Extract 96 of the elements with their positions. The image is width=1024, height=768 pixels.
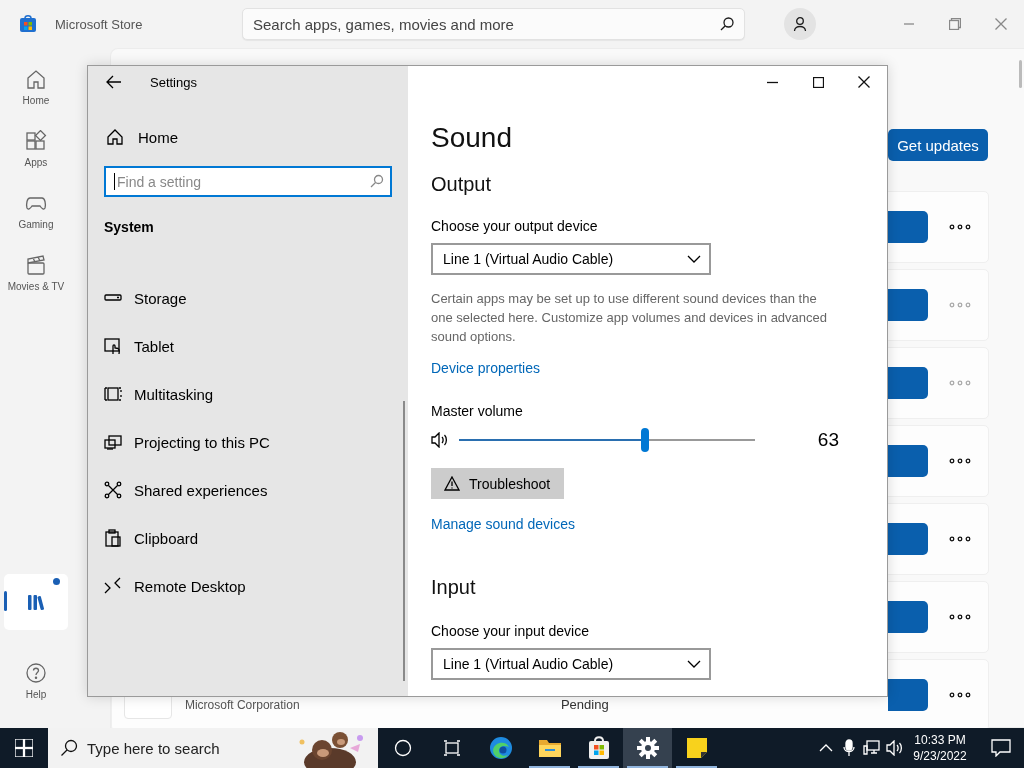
nav-item[interactable]: Shared experiences [104,481,392,499]
publisher-text: Microsoft Corporation [184,698,300,712]
page-title: Sound [431,122,512,154]
action-button[interactable] [887,523,928,555]
restore-icon [949,18,961,30]
circle-icon [393,739,412,757]
troubleshoot-button[interactable]: Troubleshoot [431,468,565,499]
device-dropdown[interactable]: Line 1 (Virtual Audio Cable) [431,243,711,275]
windows-icon [15,739,33,757]
task-view-icon [442,739,461,757]
action-button[interactable] [887,679,928,711]
gear-icon [636,737,659,759]
account-button[interactable] [784,8,816,40]
scrollbar-thumb[interactable] [1019,60,1022,88]
volume-slider[interactable] [459,428,755,452]
nav-item[interactable]: Multitasking [104,385,392,403]
nav-item[interactable]: Tablet [104,337,392,355]
volume-value: 63 [816,429,839,451]
store-bag-icon [586,736,611,760]
home-link[interactable]: Home [104,128,392,146]
nav-item[interactable]: Help [3,650,68,712]
manage-devices-link[interactable]: Manage sound devices [431,516,575,532]
scrollbar[interactable] [403,401,405,681]
tablet-icon [104,337,122,355]
folder-icon [537,737,562,759]
more-icon [948,536,971,542]
chevron-icon [687,255,701,263]
notification-icon [991,739,1011,757]
close-icon [858,76,870,88]
more-icon [948,458,971,464]
field-label: Choose your input device [431,623,589,639]
search-icon [370,174,384,188]
action-button[interactable] [887,445,928,477]
more-icon [948,380,971,386]
nav-item[interactable]: Gaming [3,180,68,242]
status-text: Pending [560,696,609,712]
search-field[interactable]: Find a setting [104,166,392,197]
field-label: Master volume [431,403,523,419]
remote-icon [104,577,122,595]
more-icon [948,302,971,308]
clipboard-icon [104,529,122,547]
person-icon [792,16,808,32]
action-button[interactable] [887,211,928,243]
nav-item[interactable]: Projecting to this PC [104,433,392,451]
nav-item[interactable]: Clipboard [104,529,392,547]
multitasking-icon [104,385,122,403]
back-arrow-icon [106,75,122,89]
info-text: Certain apps may be set up to use different sound devices than the one selected here. Customize app volumes and devices in advanced sound options. [431,290,829,346]
close-icon [995,18,1007,30]
action-button[interactable] [887,601,928,633]
nav-item[interactable]: Home [3,56,68,118]
window-title: Settings [150,74,197,90]
speaker-icon [885,740,904,756]
nav-item[interactable]: Apps [3,118,68,180]
help-icon [24,662,47,684]
maximize-icon [812,76,824,88]
nav-item[interactable] [3,574,68,630]
device-dropdown[interactable]: Line 1 (Virtual Audio Cable) [431,648,711,680]
section-heading: Output [431,173,492,196]
projector-icon [104,433,122,451]
slider-thumb[interactable] [641,428,650,452]
nav-item[interactable]: Movies & TV [3,242,68,304]
network-icon [862,740,881,756]
taskbar-app-button[interactable] [623,728,672,768]
chevron-up-icon [818,744,833,752]
apps-icon [24,130,47,152]
clock-button[interactable]: 10:33 PM 9/23/2022 [906,732,974,764]
more-icon [948,614,971,620]
search-icon [719,16,735,32]
action-button[interactable] [887,367,928,399]
chevron-icon [687,660,701,668]
clapperboard-icon [24,254,47,276]
taskbar-search-field[interactable]: Type here to search [87,736,277,760]
more-icon [948,692,971,698]
section-heading: Input [431,576,476,599]
device-properties-link[interactable]: Device properties [431,360,540,376]
browser-icon [488,736,513,760]
home-icon [24,68,47,90]
nav-item[interactable]: Remote Desktop [104,577,392,595]
text-cursor [114,173,115,190]
home-icon [106,128,124,146]
action-button[interactable] [887,289,928,321]
section-heading: System [104,219,155,235]
store-logo [19,15,37,33]
app-title: Microsoft Store [55,16,144,32]
warning-icon [444,476,460,491]
network-button[interactable] [860,740,883,756]
microphone-icon [842,739,855,757]
more-icon [948,224,971,230]
field-label: Choose your output device [431,218,598,234]
speaker-icon [431,432,449,448]
get-updates-button[interactable]: Get updates [888,129,988,161]
search-icon [60,739,78,757]
sticky-note-icon [685,737,708,759]
nav-item[interactable]: Storage [104,289,392,307]
shared-icon [104,481,122,499]
